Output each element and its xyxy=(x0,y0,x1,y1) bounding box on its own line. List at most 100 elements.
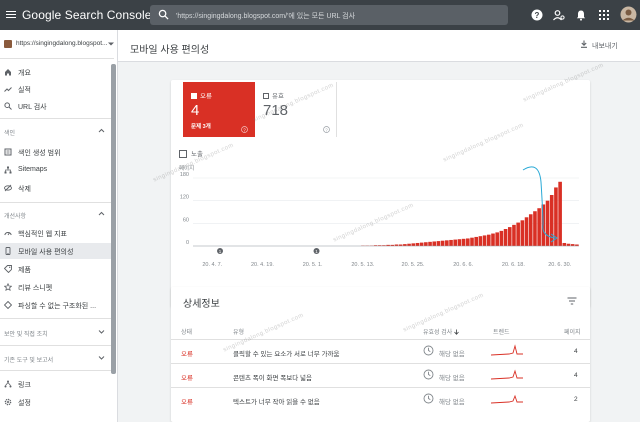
sidebar-item-sitemaps[interactable]: Sitemaps xyxy=(0,162,114,178)
divider xyxy=(0,318,114,319)
chart-bar xyxy=(478,236,483,246)
site-favicon xyxy=(4,40,12,48)
summary-card: 오류 4 문제 3개 ? 유효 718 ? 노출 페이지 180 120 60 0 1 1 2… xyxy=(171,80,590,307)
valid-checkbox[interactable] xyxy=(263,93,269,99)
chart-bar xyxy=(436,241,441,246)
row-pages: 2 xyxy=(574,396,578,403)
chart-bar xyxy=(516,222,520,246)
section-security[interactable]: 보안 및 직접 조치 xyxy=(4,329,105,338)
property-selector[interactable]: https://singingdalong.blogspot... xyxy=(4,38,114,52)
chart-bar xyxy=(558,181,562,246)
svg-text:?: ? xyxy=(535,11,540,20)
column-status[interactable]: 상태 xyxy=(181,327,192,336)
sidebar-item-url-inspection[interactable]: URL 검사 xyxy=(0,98,114,114)
validation-clock-icon xyxy=(423,345,434,356)
chart-bar xyxy=(545,200,550,246)
sidebar-item-unparsable-structured-data[interactable]: 파싱할 수 없는 구조화된 ... xyxy=(0,297,114,313)
y-axis-label: 페이지 xyxy=(179,164,194,172)
export-label: 내보내기 xyxy=(592,43,618,50)
x-tick-label: 20. 4. 19. xyxy=(251,262,274,268)
x-tick-label: 20. 6. 6. xyxy=(453,262,473,268)
chart-bar xyxy=(486,234,491,246)
chevron-up-icon xyxy=(98,211,105,216)
sidebar-item-performance[interactable]: 실적 xyxy=(0,81,114,97)
sidebar-scrollbar[interactable] xyxy=(111,64,116,374)
sidebar-item-coverage[interactable]: 색인 생성 범위 xyxy=(0,144,114,160)
impressions-toggle[interactable]: 노출 xyxy=(179,148,203,158)
app-title[interactable]: Google Search Console xyxy=(22,8,152,22)
error-summary-tile[interactable]: 오류 4 문제 3개 ? xyxy=(183,82,255,137)
sitemap-icon xyxy=(4,166,12,174)
sidebar-item-label: 색인 생성 범위 xyxy=(18,150,61,157)
sidebar-item-core-web-vitals[interactable]: 핵심적인 웹 지표 xyxy=(0,225,114,241)
trend-sparkline xyxy=(491,344,523,356)
sidebar-item-label: 리뷰 스니펫 xyxy=(18,285,53,292)
divider xyxy=(0,202,114,203)
svg-text:?: ? xyxy=(243,127,246,132)
export-button[interactable]: 내보내기 xyxy=(581,40,618,51)
url-inspection-search[interactable]: 'https://singingdalong.blogspot.com/'에 있… xyxy=(150,5,508,25)
row-validation: 해당 없음 xyxy=(439,351,465,358)
search-input[interactable]: 'https://singingdalong.blogspot.com/'에 있… xyxy=(176,11,355,21)
review-icon xyxy=(4,283,12,291)
arrow-down-icon xyxy=(454,329,459,335)
sidebar-item-label: URL 검사 xyxy=(18,104,47,111)
table-header: 상태 유형 유효성 검사 트렌드 페이지 xyxy=(171,323,590,337)
user-settings-icon[interactable] xyxy=(553,9,565,21)
page-header: 모바일 사용 편의성 내보내기 xyxy=(118,30,640,62)
chart-bar xyxy=(520,220,525,246)
column-pages[interactable]: 페이지 xyxy=(564,327,581,336)
top-app-bar: Google Search Console 'https://singingda… xyxy=(0,0,640,30)
sidebar-item-settings[interactable]: 설정 xyxy=(0,394,114,410)
row-validation: 해당 없음 xyxy=(439,399,465,406)
row-type: 클릭할 수 있는 요소가 서로 너무 가까움 xyxy=(233,351,340,358)
chevron-down-icon xyxy=(108,42,114,46)
sidebar-item-removals[interactable]: 삭제 xyxy=(0,180,114,196)
trending-up-icon xyxy=(4,87,12,92)
valid-summary-tile[interactable]: 유효 718 ? xyxy=(255,82,337,137)
chart-bar xyxy=(449,239,453,246)
validation-clock-icon xyxy=(423,369,434,380)
page-title: 모바일 사용 편의성 xyxy=(130,45,210,56)
sidebar-item-label: 파싱할 수 없는 구조화된 ... xyxy=(18,303,97,310)
sidebar-item-links[interactable]: 링크 xyxy=(0,376,114,392)
notifications-icon[interactable] xyxy=(575,9,587,21)
error-tile-label: 오류 xyxy=(191,90,212,100)
help-icon[interactable]: ? xyxy=(241,126,248,133)
error-checkbox[interactable] xyxy=(191,93,197,99)
sidebar-item-products[interactable]: 제품 xyxy=(0,261,114,277)
table-row[interactable]: 오류 텍스트가 너무 작아 읽을 수 없음 해당 없음 2 xyxy=(171,387,590,411)
chart-bar xyxy=(503,229,508,246)
y-tick-label: 60 xyxy=(183,217,189,223)
filter-icon[interactable] xyxy=(567,297,577,305)
column-trend[interactable]: 트렌드 xyxy=(493,327,510,336)
impressions-checkbox[interactable] xyxy=(179,150,187,158)
sidebar-item-mobile-usability[interactable]: 모바일 사용 편의성 xyxy=(0,243,114,259)
column-type[interactable]: 유형 xyxy=(233,327,244,336)
home-icon xyxy=(5,69,11,76)
table-row[interactable]: 오류 클릭할 수 있는 요소가 서로 너무 가까움 해당 없음 4 xyxy=(171,339,590,363)
sidebar-item-label: 삭제 xyxy=(18,186,31,193)
validation-clock-icon xyxy=(423,393,434,404)
chevron-down-icon xyxy=(98,330,105,334)
error-issues-count: 문제 3개 xyxy=(191,124,211,130)
help-icon[interactable]: ? xyxy=(531,9,543,21)
x-tick-label: 20. 4. 7. xyxy=(202,262,222,268)
row-status: 오류 xyxy=(181,399,193,406)
section-enhancements[interactable]: 개선사항 xyxy=(4,211,105,220)
section-index[interactable]: 색인 xyxy=(4,128,105,137)
sidebar-item-overview[interactable]: 개요 xyxy=(0,64,114,80)
divider xyxy=(0,58,114,59)
column-validation[interactable]: 유효성 검사 xyxy=(423,327,459,336)
apps-grid-icon[interactable] xyxy=(598,9,610,21)
sidebar-item-review-snippets[interactable]: 리뷰 스니펫 xyxy=(0,279,114,295)
section-label: 보안 및 직접 조치 xyxy=(4,332,48,338)
menu-icon[interactable] xyxy=(6,9,16,19)
avatar[interactable] xyxy=(620,6,637,23)
help-icon[interactable]: ? xyxy=(323,126,330,133)
section-legacy-tools[interactable]: 기존 도구 및 보고서 xyxy=(4,355,105,364)
chevron-up-icon xyxy=(98,128,105,133)
table-row[interactable]: 오류 콘텐츠 폭이 화면 폭보다 넓음 해당 없음 4 xyxy=(171,363,590,387)
chart-bar xyxy=(528,214,533,246)
chart-bar xyxy=(440,240,445,246)
